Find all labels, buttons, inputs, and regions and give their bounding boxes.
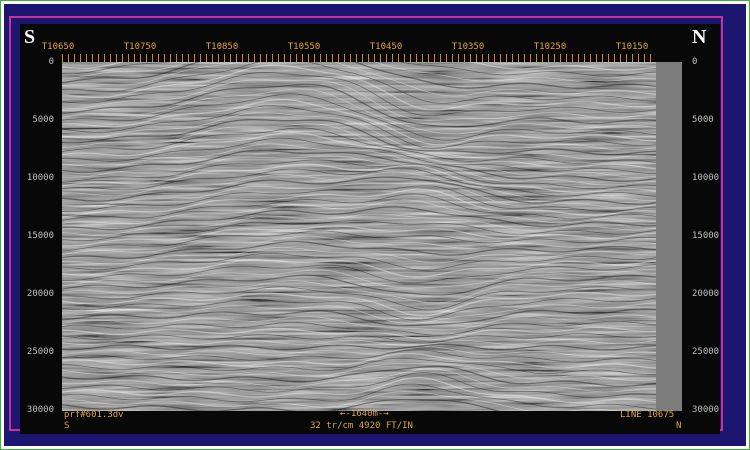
depth-tick-label-right: 5000 [692,115,714,125]
depth-tick-label-left: 5000 [32,115,54,125]
depth-tick-label-left: 20000 [26,289,54,299]
trace-label: T10150 [615,42,649,52]
trace-label: T10750 [123,42,157,52]
footer-direction-north: N [676,421,682,431]
line-number-label: LINE 10675 [620,410,675,420]
depth-tick-label-left: 30000 [26,405,54,415]
seismic-section-image [62,62,656,411]
seismic-reflection-pattern [62,62,656,411]
depth-tick-label-right: 0 [692,57,698,67]
depth-tick-label-right: 20000 [692,289,720,299]
scale-bar-label: ←-1640m-→ [340,409,389,419]
depth-tick-label-right: 10000 [692,173,720,183]
trace-label: T10650 [41,42,75,52]
trace-label: T10550 [287,42,321,52]
depth-tick-label-right: 30000 [692,405,720,415]
file-name-label: prf#601.3dv [64,410,124,420]
direction-label-south: S [24,26,36,48]
direction-label-north: N [692,26,707,48]
trace-label: T10350 [451,42,485,52]
scale-info-label: 32 tr/cm 4920 FT/IN [310,421,413,431]
depth-tick-label-left: 15000 [26,231,54,241]
depth-tick-label-left: 10000 [26,173,54,183]
depth-tick-label-left: 0 [48,57,54,67]
right-grey-strip [656,62,682,411]
trace-label: T10450 [369,42,403,52]
footer-direction-south: S [64,421,70,431]
depth-tick-label-right: 25000 [692,347,720,357]
depth-tick-label-right: 15000 [692,231,720,241]
trace-label: T10850 [205,42,239,52]
depth-tick-label-left: 25000 [26,347,54,357]
trace-label: T10250 [533,42,567,52]
trace-tick-marks [62,54,656,62]
